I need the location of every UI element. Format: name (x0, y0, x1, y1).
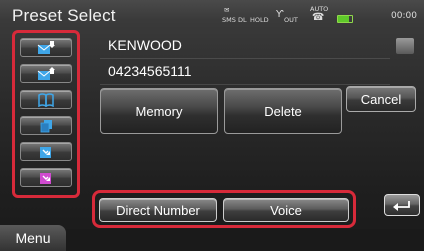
page-title: Preset Select (12, 6, 116, 25)
phonebook-button[interactable] (20, 90, 72, 109)
menu-button[interactable]: Menu (0, 225, 66, 251)
document-copy-icon (40, 119, 52, 132)
outbox-upload-icon (37, 66, 55, 80)
inbox-button[interactable] (20, 38, 72, 57)
category-icon-column (12, 30, 80, 198)
row-divider (100, 84, 390, 85)
voice-button[interactable]: Voice (223, 198, 349, 222)
back-button[interactable] (384, 194, 420, 216)
out-label: OUT (284, 16, 298, 24)
incoming-calls-button[interactable] (20, 142, 72, 161)
row-divider (100, 58, 390, 59)
memory-button[interactable]: Memory (100, 88, 218, 134)
phone-type-icon (396, 38, 414, 54)
sms-label: SMS (222, 16, 236, 24)
contact-number: 04234565111 (108, 63, 192, 79)
documents-button[interactable] (20, 116, 72, 135)
phone-handset-icon: ☎ (312, 12, 325, 23)
direct-number-button[interactable]: Direct Number (99, 198, 217, 222)
sms-envelope-icon: ✉ (224, 6, 230, 14)
return-arrow-icon (393, 201, 410, 211)
missed-calls-button[interactable] (20, 168, 72, 187)
delete-button[interactable]: Delete (224, 88, 342, 134)
hold-label: HOLD (250, 16, 269, 24)
signal-antenna-icon: Ƴ (276, 9, 284, 20)
contact-name: KENWOOD (108, 37, 182, 53)
phonebook-icon (38, 92, 54, 107)
inbox-download-icon (37, 40, 55, 54)
dl-label: DL (238, 16, 247, 24)
dial-mode-group: Direct Number Voice (92, 190, 356, 228)
cancel-button[interactable]: Cancel (346, 86, 416, 112)
status-bar: ✉ SMS DL HOLD Ƴ OUT AUTO ☎ (222, 5, 353, 27)
preset-select-screen: Preset Select ✉ SMS DL HOLD Ƴ OUT AUTO ☎… (0, 0, 424, 251)
battery-icon (337, 15, 353, 23)
incoming-call-icon (40, 146, 51, 158)
outbox-button[interactable] (20, 64, 72, 83)
missed-call-icon (40, 172, 51, 184)
clock: 00:00 (391, 11, 417, 21)
